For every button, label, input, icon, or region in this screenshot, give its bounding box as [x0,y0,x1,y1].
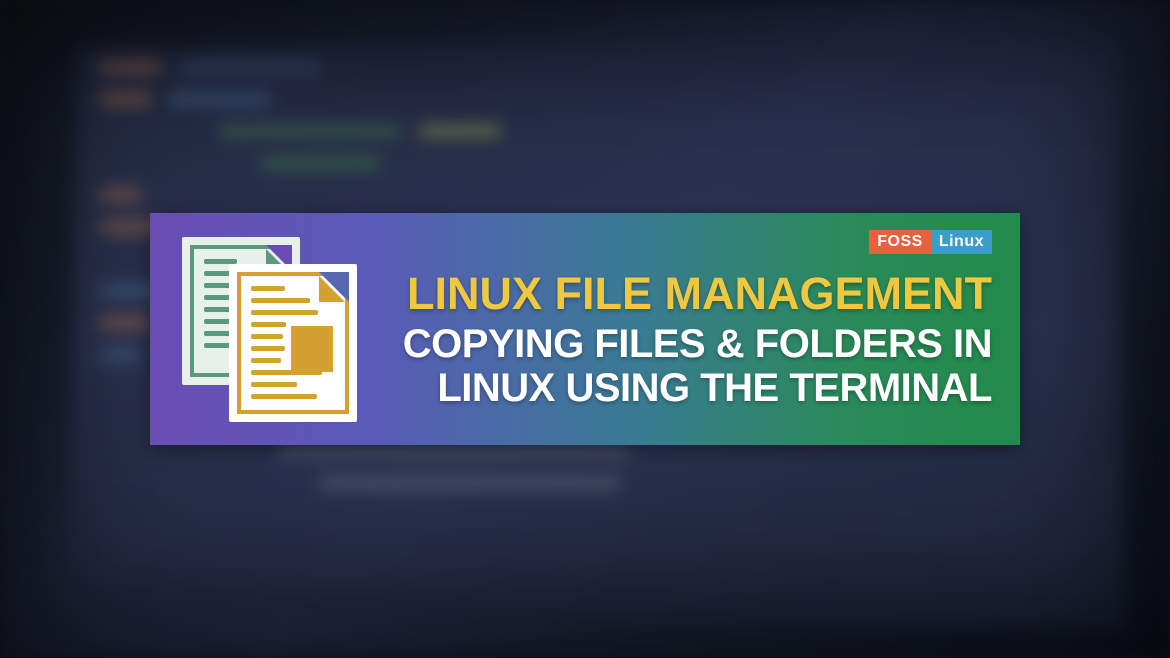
title-banner: FOSS Linux LINUX FILE MANAGEMENT COPYING… [150,213,1020,445]
sub-headline-line2: LINUX USING THE TERMINAL [385,367,992,410]
documents-icon [182,237,357,422]
document-front-icon [229,264,357,422]
foss-linux-logo: FOSS Linux [869,230,992,254]
sub-headline-line1: COPYING FILES & FOLDERS IN [385,323,992,366]
banner-text: FOSS Linux LINUX FILE MANAGEMENT COPYING… [385,248,992,410]
logo-linux-part: Linux [931,230,992,254]
logo-foss-part: FOSS [869,230,931,254]
main-headline: LINUX FILE MANAGEMENT [385,270,992,317]
